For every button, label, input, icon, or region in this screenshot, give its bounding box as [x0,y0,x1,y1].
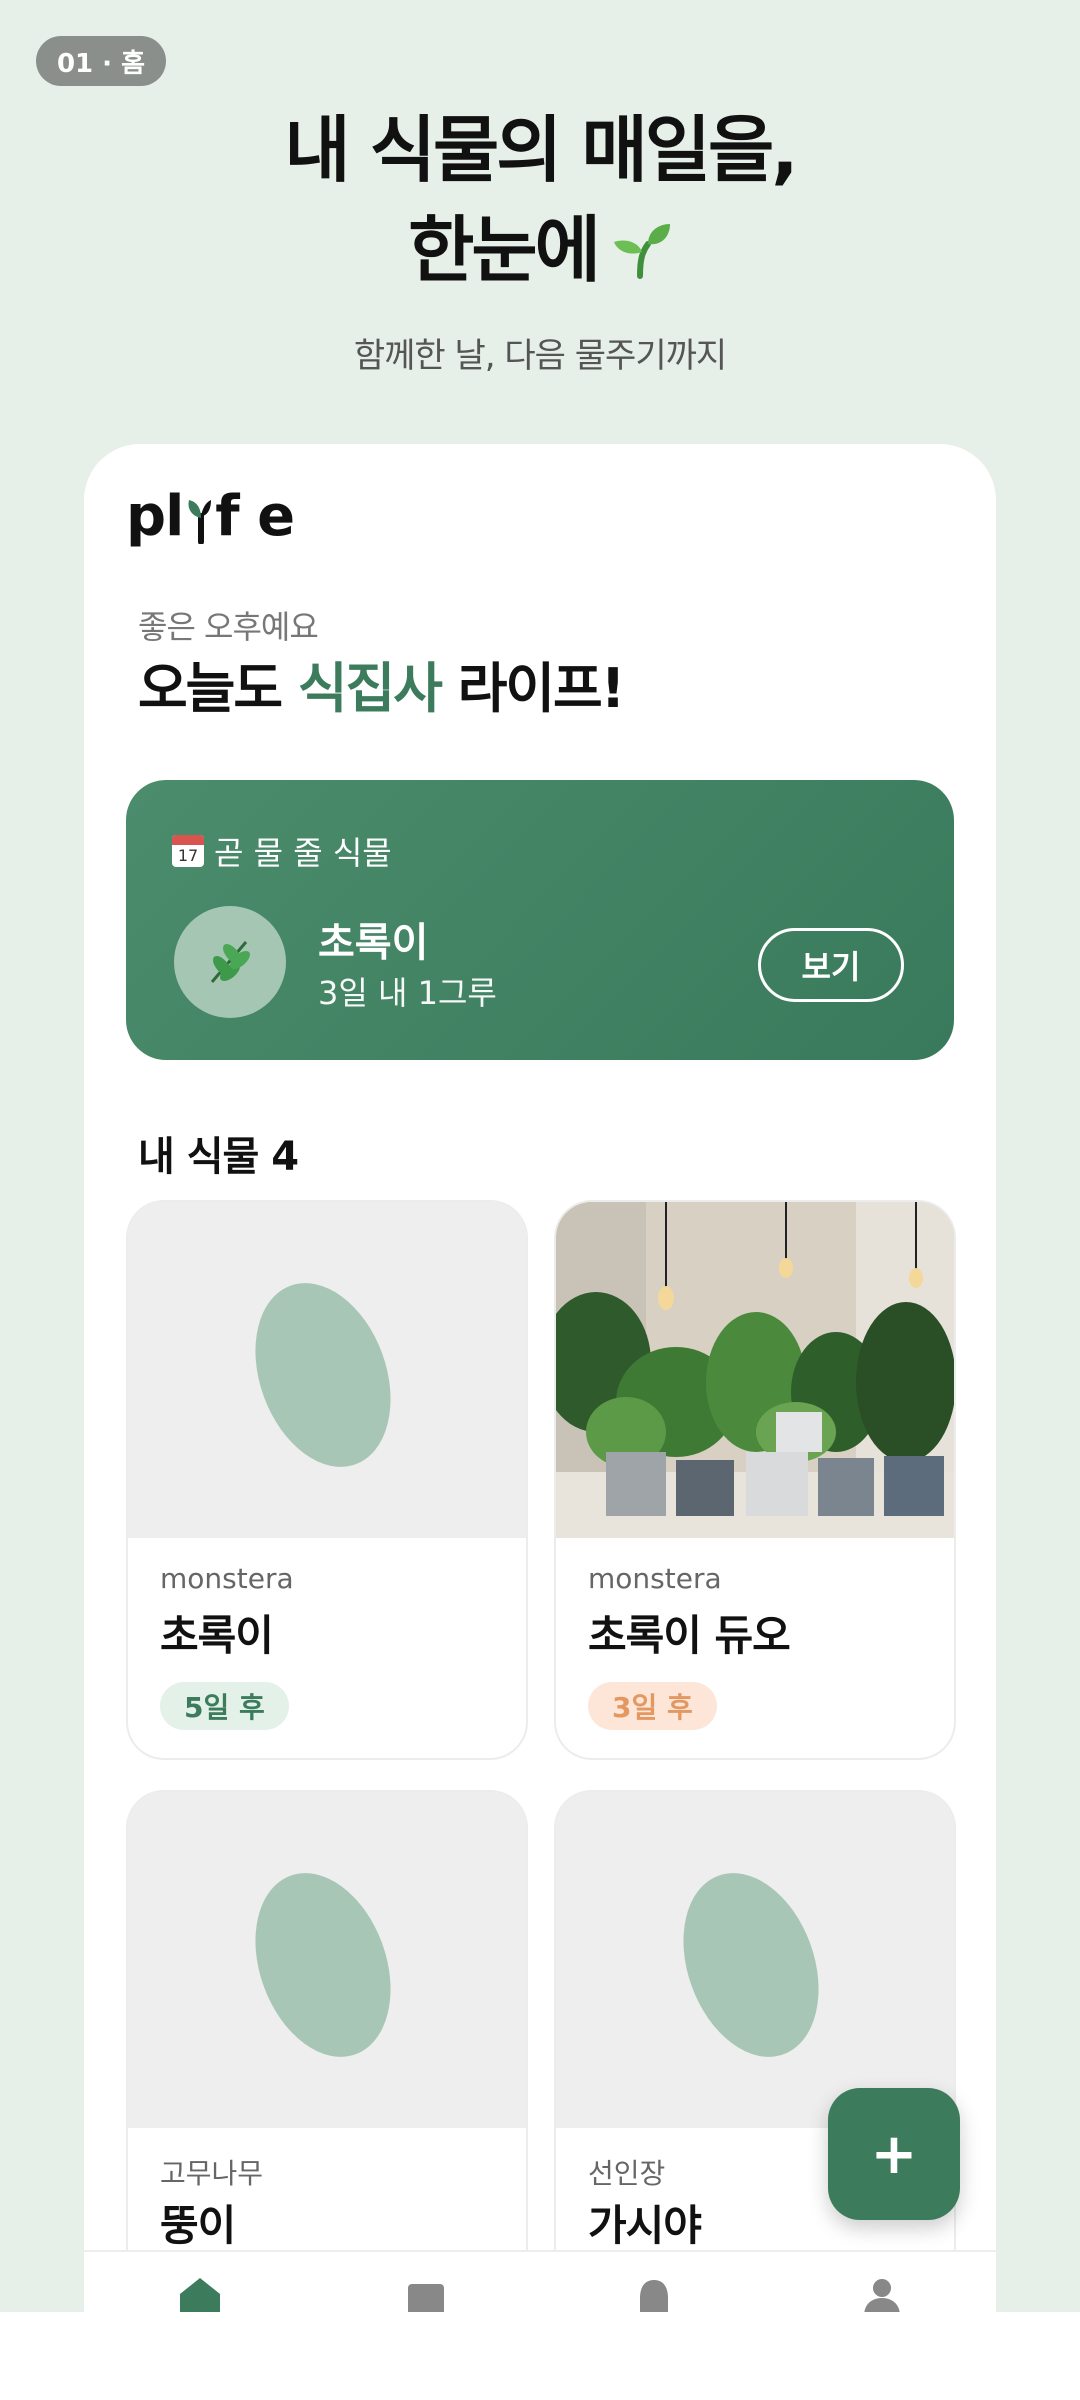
plant-name: 초록이 듀오 [588,1611,791,1660]
water-due-badge: 3일 후 [588,1682,717,1730]
my-plants-title: 내 식물 4 [138,1134,299,1180]
water-due-badge: 5일 후 [160,1682,289,1730]
headline-before: 오늘도 [138,657,298,720]
upcoming-water-card[interactable]: 17 곧 물 줄 식물 초록이 3일 내 1그루 보기 [126,780,954,1060]
headline-after: 라이프! [440,657,626,720]
view-button[interactable]: 보기 [758,928,904,1002]
bottom-nav [84,2250,996,2312]
add-plant-button[interactable]: + [828,2088,960,2220]
headline-accent: 식집사 [297,657,443,720]
plant-name: 뚱이 [160,2201,236,2250]
plant-species: 선인장 [588,2157,666,2190]
plant-species: 고무나무 [160,2157,264,2190]
hero-title-line2: 한눈에 [408,208,601,292]
plant-photo [556,1202,954,1538]
plant-card[interactable]: 고무나무 뚱이 [128,1792,526,2312]
page-bottom-strip [0,2312,1080,2400]
bell-icon[interactable] [634,2276,684,2312]
plant-card[interactable]: monstera 초록이 5일 후 [128,1202,526,1758]
logo-text-part2: f e [215,484,295,549]
calendar-icon: 17 [172,835,204,867]
plant-avatar [174,906,286,1018]
plant-card[interactable]: monstera 초록이 듀오 3일 후 [556,1202,954,1758]
plant-species: monstera [588,1562,722,1595]
hero-title: 내 식물의 매일을, 한눈에 [0,100,1080,305]
plant-species: monstera [160,1562,294,1595]
plant-card[interactable]: 선인장 가시야 [556,1792,954,2312]
home-icon[interactable] [178,2276,228,2312]
plant-image-placeholder [128,1792,526,2128]
plant-image-placeholder [556,1792,954,2128]
sprout-icon [608,205,672,305]
plant-name: 가시야 [588,2201,702,2250]
headline: 오늘도 식집사 라이프! [138,644,626,723]
hero-subtitle: 함께한 날, 다음 물주기까지 [353,336,727,376]
phone-frame: pl f e 좋은 오후예요 오늘도 식집사 라이프! 17 곧 물 줄 식물 … [84,444,996,2312]
leaf-placeholder-icon [231,1854,415,2076]
plant-name: 초록이 [160,1611,274,1660]
step-badge: 01 · 홈 [36,36,166,86]
hero-title-line2-wrap: 한눈에 [0,200,1080,305]
calendar-number: 17 [177,846,199,865]
leaf-placeholder-icon [659,1854,843,2076]
logo-leaf-icon [187,490,212,545]
water-card-detail: 3일 내 1그루 [318,974,497,1012]
greeting-text: 좋은 오후예요 [138,608,319,646]
logo-text-part1: pl [126,484,184,549]
profile-icon[interactable] [862,2276,912,2312]
water-card-title-row: 17 곧 물 줄 식물 [172,828,392,874]
app-logo: pl f e [126,484,295,549]
water-card-plant-name: 초록이 [318,920,429,966]
herb-icon [202,932,258,992]
plant-image-placeholder [128,1202,526,1538]
hero-title-line1: 내 식물의 매일을, [284,108,798,192]
library-icon[interactable] [406,2276,456,2312]
leaf-placeholder-icon [231,1264,415,1486]
water-card-title: 곧 물 줄 식물 [214,834,392,872]
